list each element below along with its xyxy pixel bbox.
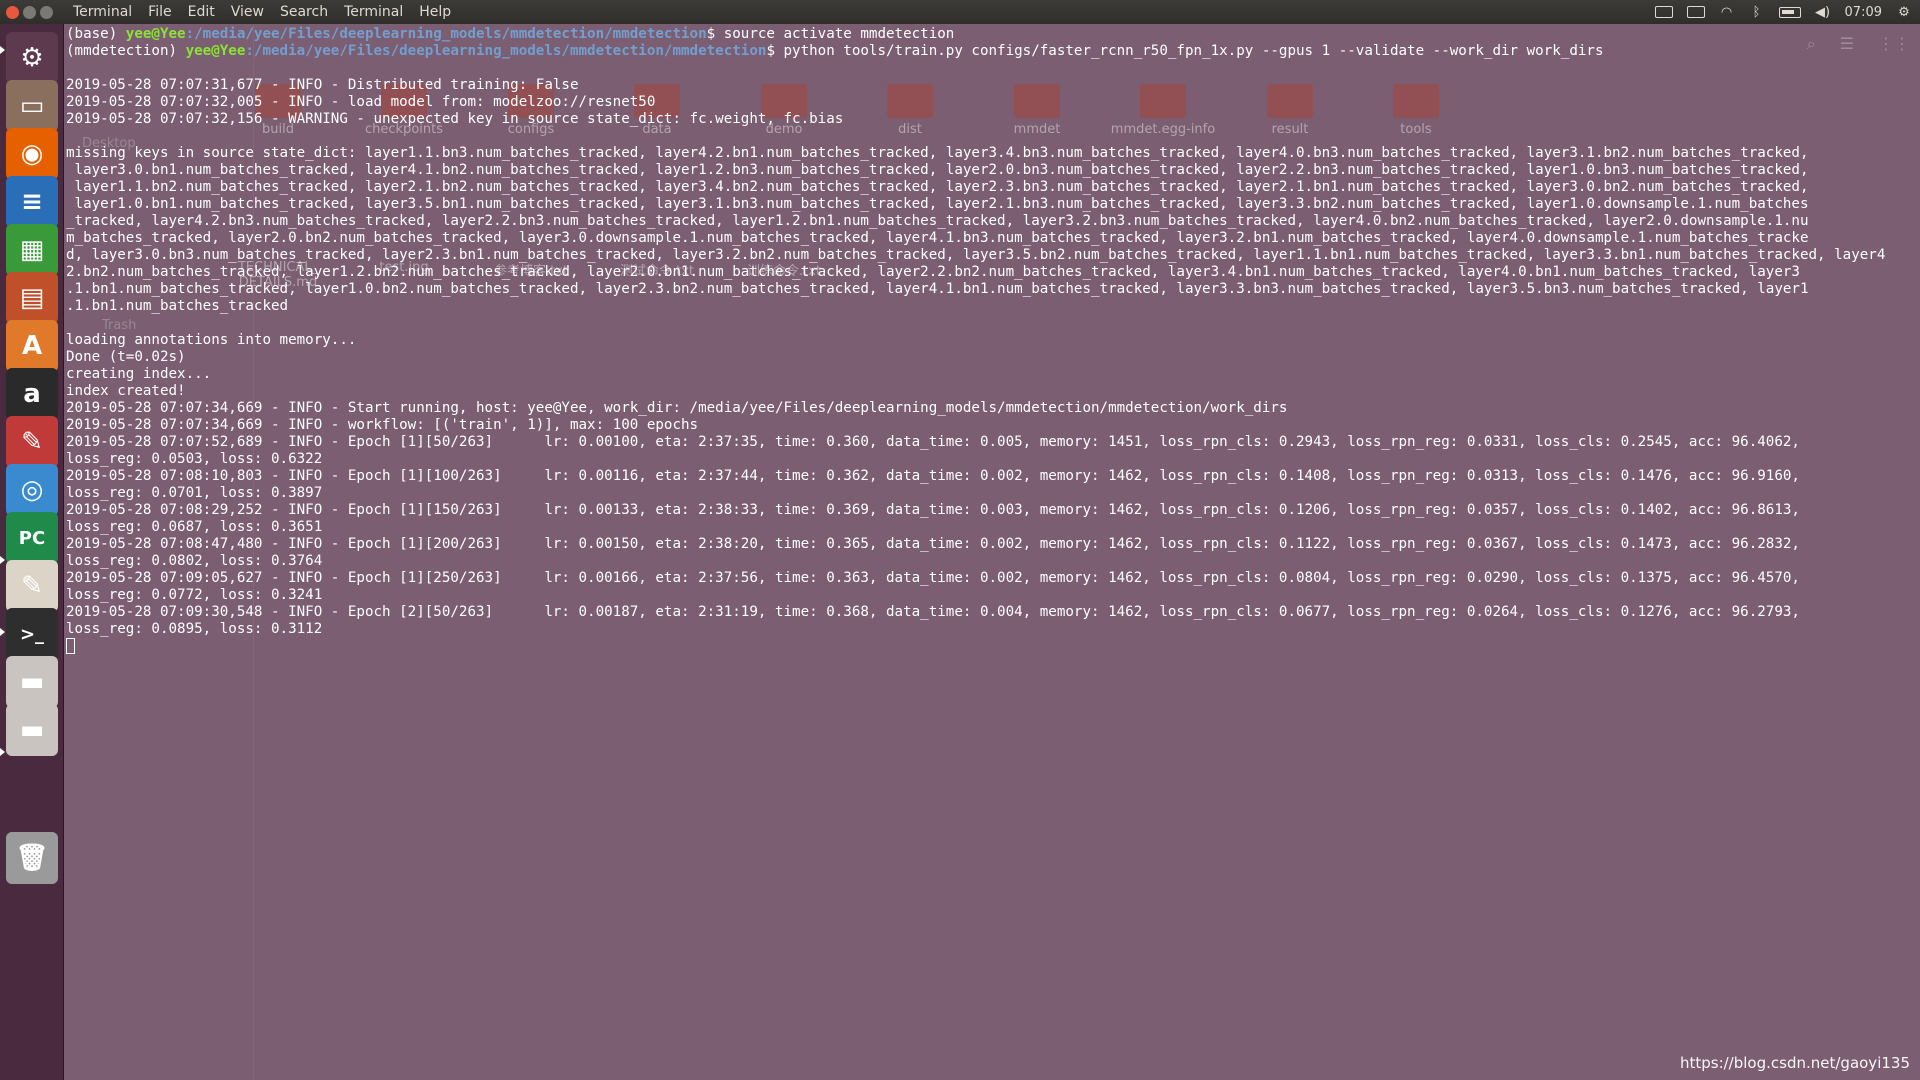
output-line: 2019-05-28 07:07:32,005 - INFO - load mo… [66, 94, 656, 110]
firefox-icon[interactable]: ◉ [6, 128, 58, 180]
menu-help[interactable]: Help [411, 0, 459, 24]
maximize-window-button[interactable] [40, 5, 53, 19]
output-line: 2019-05-28 07:07:34,669 - INFO - workflo… [66, 417, 699, 433]
output-line: 2019-05-28 07:07:34,669 - INFO - Start r… [66, 400, 1288, 416]
output-line: .1.bn1.num_batches_tracked [66, 298, 289, 314]
running-indicator [0, 556, 5, 564]
output-line: creating index... [66, 366, 212, 382]
pycharm-icon[interactable]: PC [6, 512, 58, 564]
bluetooth-icon[interactable]: ᛒ [1749, 4, 1765, 20]
output-line: .1.bn1.num_batches_tracked, layer1.0.bn2… [66, 281, 1809, 297]
clock[interactable]: 07:09 [1845, 5, 1882, 20]
list-view-icon[interactable]: ☰ [1840, 34, 1854, 54]
output-line: 2019-05-28 07:08:47,480 - INFO - Epoch [… [66, 536, 1800, 552]
terminal-header-icons: ⌕ ☰ ⋮⋮ [1807, 34, 1910, 54]
volume-icon[interactable]: ◀) [1815, 4, 1831, 20]
prompt-user: yee@Yee [125, 26, 186, 42]
files-icon[interactable]: ▭ [6, 80, 58, 132]
output-line: Done (t=0.02s) [66, 349, 186, 365]
terminal-output: (base) yee@Yee:/media/yee/Files/deeplear… [66, 26, 1920, 655]
minimize-window-button[interactable] [23, 5, 36, 19]
output-line: 2019-05-28 07:07:31,677 - INFO - Distrib… [66, 77, 579, 93]
prompt-env: (base) [66, 26, 126, 42]
output-line: loading annotations into memory... [66, 332, 357, 348]
output-line: loss_reg: 0.0687, loss: 0.3651 [66, 519, 323, 535]
running-indicator [0, 628, 5, 636]
prompt-path: :/media/yee/Files/deeplearning_models/mm… [245, 43, 767, 59]
terminal-window[interactable]: Desktop Trash build checkpoints configs dat… [64, 24, 1920, 1080]
output-line: missing keys in source state_dict: layer… [66, 145, 1809, 161]
running-indicator [0, 46, 5, 54]
output-line: loss_reg: 0.0895, loss: 0.3112 [66, 621, 323, 637]
prompt-user: yee@Yee [185, 43, 246, 59]
drive-icon[interactable]: ▬ [6, 656, 58, 708]
close-window-button[interactable] [6, 5, 19, 19]
output-line: d, layer3.0.bn3.num_batches_tracked, lay… [66, 247, 1886, 263]
output-line: 2019-05-28 07:07:32,156 - WARNING - unex… [66, 111, 844, 127]
terminal-icon[interactable]: >_ [6, 608, 58, 660]
prompt-line: (mmdetection) yee@Yee:/media/yee/Files/d… [66, 43, 1920, 60]
software-center-icon[interactable]: A [6, 320, 58, 372]
watermark: https://blog.csdn.net/gaoyi135 [1679, 1054, 1910, 1072]
wifi-icon[interactable]: ◠ [1719, 4, 1735, 20]
output-line: 2019-05-28 07:08:29,252 - INFO - Epoch [… [66, 502, 1800, 518]
output-line: 2019-05-28 07:09:05,627 - INFO - Epoch [… [66, 570, 1800, 586]
running-indicator [0, 748, 5, 756]
app-name: Terminal [73, 4, 133, 20]
writer-icon[interactable]: ≡ [6, 176, 58, 228]
output-line: 2019-05-28 07:08:10,803 - INFO - Epoch [… [66, 468, 1800, 484]
output-line: loss_reg: 0.0503, loss: 0.6322 [66, 451, 323, 467]
menu-bar: Terminal File Edit View Search Terminal … [65, 0, 459, 24]
text-cursor[interactable] [66, 638, 75, 654]
prompt-line: (base) yee@Yee:/media/yee/Files/deeplear… [66, 26, 1920, 43]
prompt-cmd: $ python tools/train.py configs/faster_r… [766, 43, 1604, 59]
output-line: 2019-05-28 07:07:52,689 - INFO - Epoch [… [66, 434, 1800, 450]
battery-icon[interactable] [1778, 4, 1801, 20]
text-editor-icon[interactable]: ✎ [6, 560, 58, 612]
menu-file[interactable]: File [140, 0, 179, 24]
grid-view-icon[interactable]: ⋮⋮ [1878, 34, 1910, 54]
launcher: ⚙ ▭ ◉ ≡ ▦ ▤ Aa ✎ ◎ PC ✎ >_ ▬ ▬ 🗑 [0, 24, 64, 1080]
menu-edit[interactable]: Edit [180, 0, 223, 24]
output-line: loss_reg: 0.0772, loss: 0.3241 [66, 587, 323, 603]
output-line: 2019-05-28 07:09:30,548 - INFO - Epoch [… [66, 604, 1800, 620]
amazon-icon[interactable]: a [6, 368, 58, 420]
prompt-cmd: $ source activate mmdetection [706, 26, 955, 42]
output-line: loss_reg: 0.0701, loss: 0.3897 [66, 485, 323, 501]
calc-icon[interactable]: ▦ [6, 224, 58, 276]
indicator-area: ◠ ᛒ ◀) 07:09 ⚙ [1654, 0, 1912, 24]
menu-terminal[interactable]: Terminal [336, 0, 411, 24]
dash-home-icon[interactable]: ⚙ [6, 32, 58, 84]
menu-search[interactable]: Search [272, 0, 336, 24]
menu-view[interactable]: View [223, 0, 272, 24]
output-line: layer3.0.bn1.num_batches_tracked, layer4… [66, 162, 1809, 178]
output-line: m_batches_tracked, layer2.0.bn2.num_batc… [66, 230, 1809, 246]
drive-2-icon[interactable]: ▬ [6, 704, 58, 756]
output-line: index created! [66, 383, 186, 399]
search-icon[interactable]: ⌕ [1807, 34, 1816, 54]
output-line: _tracked, layer4.2.bn3.num_batches_track… [66, 213, 1809, 229]
system-settings-icon[interactable]: ✎ [6, 416, 58, 468]
prompt-env: (mmdetection) [66, 43, 186, 59]
chrome-icon[interactable]: ◎ [6, 464, 58, 516]
window-controls [6, 5, 53, 19]
session-gear-icon[interactable]: ⚙ [1896, 4, 1912, 20]
prompt-path: :/media/yee/Files/deeplearning_models/mm… [185, 26, 707, 42]
output-line: layer1.1.bn2.num_batches_tracked, layer2… [66, 179, 1809, 195]
trash-icon[interactable]: 🗑 [6, 832, 58, 884]
impress-icon[interactable]: ▤ [6, 272, 58, 324]
output-line: loss_reg: 0.0802, loss: 0.3764 [66, 553, 323, 569]
output-line: 2.bn2.num_batches_tracked, layer1.2.bn2.… [66, 264, 1800, 280]
output-line: layer1.0.bn1.num_batches_tracked, layer3… [66, 196, 1809, 212]
keyboard-layout-icon[interactable] [1654, 4, 1673, 20]
top-panel: Terminal File Edit View Search Terminal … [0, 0, 1920, 24]
input-method-icon[interactable] [1686, 4, 1705, 20]
